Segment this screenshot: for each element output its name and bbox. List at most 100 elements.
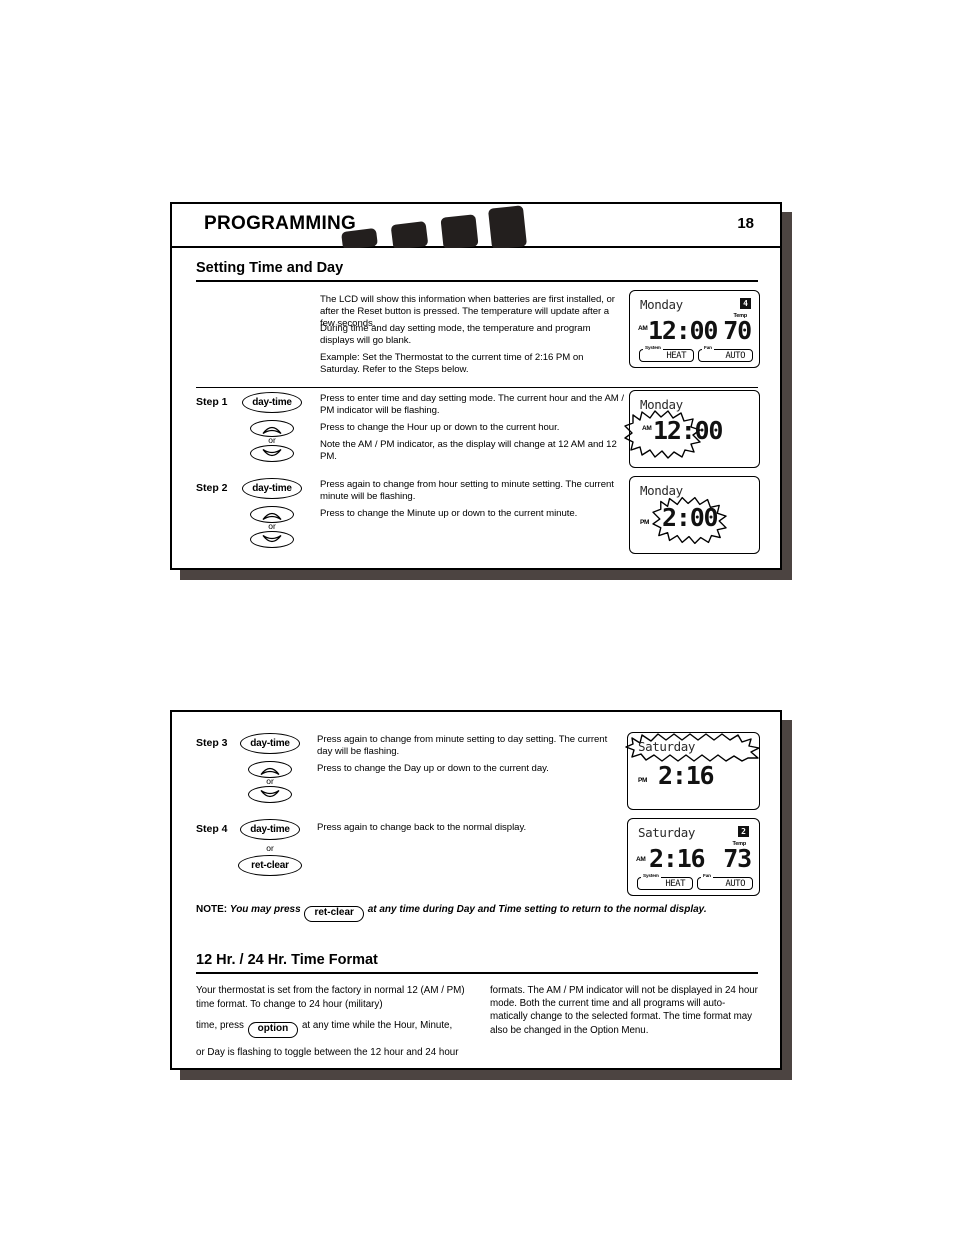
step-4-paragraph-1: Press again to change back to the normal…: [317, 822, 527, 833]
time-format-left-part3: or Day is flashing to toggle between the…: [196, 1046, 459, 1058]
page-number: 18: [737, 215, 754, 232]
down-arrow-button-step1[interactable]: [250, 445, 294, 462]
intro-paragraph-3: Example: Set the Thermostat to the curre…: [320, 352, 584, 376]
up-arrow-icon: [262, 426, 282, 434]
ret-clear-button-step4[interactable]: ret-clear: [238, 855, 302, 876]
lcd-fan-label: Fan: [701, 873, 713, 878]
step-4-label: Step 4: [196, 823, 228, 835]
step-3-paragraph-1: Press again to change from minute settin…: [317, 734, 608, 758]
section-rule: [196, 280, 758, 282]
lcd-ampm-indicator: PM: [638, 777, 648, 784]
lcd-display-intro: Monday 4 Temp AM 12:00 70 HEAT System AU…: [629, 290, 760, 368]
day-time-button-step3[interactable]: day-time: [240, 733, 300, 754]
lcd-display-step2: Monday PM 2:00: [629, 476, 760, 554]
time-format-left-column: Your thermostat is set from the factory …: [196, 984, 466, 1059]
step-2-paragraph-1: Press again to change from hour setting …: [320, 479, 614, 503]
or-separator-step4: or: [266, 843, 274, 853]
decor-block-1: [341, 227, 378, 251]
time-format-rule: [196, 972, 758, 974]
ret-clear-button-note[interactable]: ret-clear: [304, 906, 364, 922]
lcd-fan-label: Fan: [702, 345, 714, 350]
note-line: NOTE: You may press ret-clear at any tim…: [196, 904, 758, 922]
day-time-button-label: day-time: [252, 396, 292, 408]
lcd-fan-box: AUTO: [697, 877, 753, 890]
day-time-button-step1[interactable]: day-time: [242, 392, 302, 413]
page-title: PROGRAMMING: [204, 213, 357, 234]
step-1-paragraph-3: Note the AM / PM indicator, as the displ…: [320, 439, 617, 463]
header-decorative-blocks: [340, 204, 570, 251]
note-text-after: at any time during Day and Time setting …: [367, 904, 707, 915]
lcd-temperature-value: 70: [723, 316, 752, 345]
lcd-program-badge: 4: [740, 298, 751, 309]
lcd-fan-box: AUTO: [698, 349, 753, 362]
lcd-time-value: 2:16: [649, 844, 706, 873]
lcd-display-step3: Saturday PM 2:16: [625, 732, 760, 810]
time-format-right-column: formats. The AM / PM indicator will not …: [490, 985, 758, 1036]
decor-block-3: [440, 214, 479, 250]
lcd-time-value: 12:00: [648, 316, 718, 345]
step-3-label: Step 3: [196, 737, 228, 749]
step-2-label: Step 2: [196, 482, 228, 494]
up-arrow-icon: [260, 767, 280, 775]
lcd-day-label: Monday: [640, 297, 683, 312]
down-arrow-icon: [260, 789, 280, 797]
header-block-mask: [340, 248, 580, 262]
step-2-paragraph-2: Press to change the Minute up or down to…: [320, 508, 578, 519]
time-format-left-pre: time, press: [196, 1020, 244, 1031]
step-1-paragraph-2: Press to change the Hour up or down to t…: [320, 422, 560, 433]
down-arrow-icon: [262, 534, 282, 542]
down-arrow-button-step3[interactable]: [248, 786, 292, 803]
lcd-system-value: HEAT: [666, 351, 686, 361]
lcd-system-box: HEAT: [639, 349, 694, 362]
time-format-left-post: at any time while the Hour, Minute,: [301, 1020, 453, 1031]
lcd-system-label: System: [641, 873, 661, 878]
or-separator-step3: or: [266, 776, 274, 786]
page-header: PROGRAMMING 18: [172, 204, 780, 251]
lcd-ampm-indicator: AM: [642, 425, 652, 432]
lcd-system-box: HEAT: [637, 877, 693, 890]
lcd-day-label: Saturday: [638, 739, 696, 754]
section-heading-setting-time-and-day: Setting Time and Day: [196, 260, 344, 276]
lcd-time-value: 2:16: [658, 761, 715, 790]
day-time-button-step2[interactable]: day-time: [242, 478, 302, 499]
lcd-time-value: 2:00: [662, 503, 719, 532]
day-time-button-step4[interactable]: day-time: [240, 819, 300, 840]
note-text-before: You may press: [229, 904, 301, 915]
step-1-label: Step 1: [196, 396, 228, 408]
note-prefix: NOTE:: [196, 904, 228, 915]
top-page-panel: PROGRAMMING 18 Setting Time and Day The …: [170, 202, 782, 570]
lcd-day-label: Saturday: [638, 825, 696, 840]
lcd-fan-value: AUTO: [725, 351, 745, 361]
lcd-display-step1: Monday AM 12:00: [624, 390, 760, 468]
lcd-system-value: HEAT: [665, 879, 685, 889]
lcd-temperature-value: 73: [723, 844, 752, 873]
bottom-page-panel: Step 3 day-time or Press again to change…: [170, 710, 782, 1070]
step-3-paragraph-2: Press to change the Day up or down to th…: [317, 763, 549, 774]
option-button[interactable]: option: [247, 1022, 299, 1038]
lcd-program-badge: 2: [738, 826, 749, 837]
decor-block-2: [390, 220, 429, 251]
time-format-left-part1: Your thermostat is set from the factory …: [196, 985, 465, 1010]
day-time-button-label: day-time: [250, 737, 290, 749]
time-format-left-part2: time, press option at any time while the…: [196, 1019, 466, 1038]
lcd-ampm-indicator: AM: [638, 325, 648, 332]
down-arrow-icon: [262, 448, 282, 456]
day-time-button-label: day-time: [252, 482, 292, 494]
lcd-ampm-indicator: AM: [636, 856, 646, 863]
steps-divider: [196, 387, 758, 388]
decor-block-4: [487, 205, 528, 250]
lcd-system-label: System: [643, 345, 663, 350]
up-arrow-icon: [262, 512, 282, 520]
or-separator-step2: or: [268, 521, 276, 531]
lcd-display-step4: Saturday 2 Temp AM 2:16 73 HEAT System A…: [627, 818, 760, 896]
step-1-paragraph-1: Press to enter time and day setting mode…: [320, 393, 624, 417]
section-heading-time-format: 12 Hr. / 24 Hr. Time Format: [196, 952, 378, 968]
or-separator-step1: or: [268, 435, 276, 445]
lcd-ampm-indicator: PM: [640, 519, 650, 526]
lcd-time-value: 12:00: [653, 416, 723, 445]
down-arrow-button-step2[interactable]: [250, 531, 294, 548]
day-time-button-label: day-time: [250, 823, 290, 835]
intro-paragraph-2: During time and day setting mode, the te…: [320, 323, 591, 347]
ret-clear-button-label: ret-clear: [251, 859, 289, 871]
lcd-fan-value: AUTO: [725, 879, 745, 889]
